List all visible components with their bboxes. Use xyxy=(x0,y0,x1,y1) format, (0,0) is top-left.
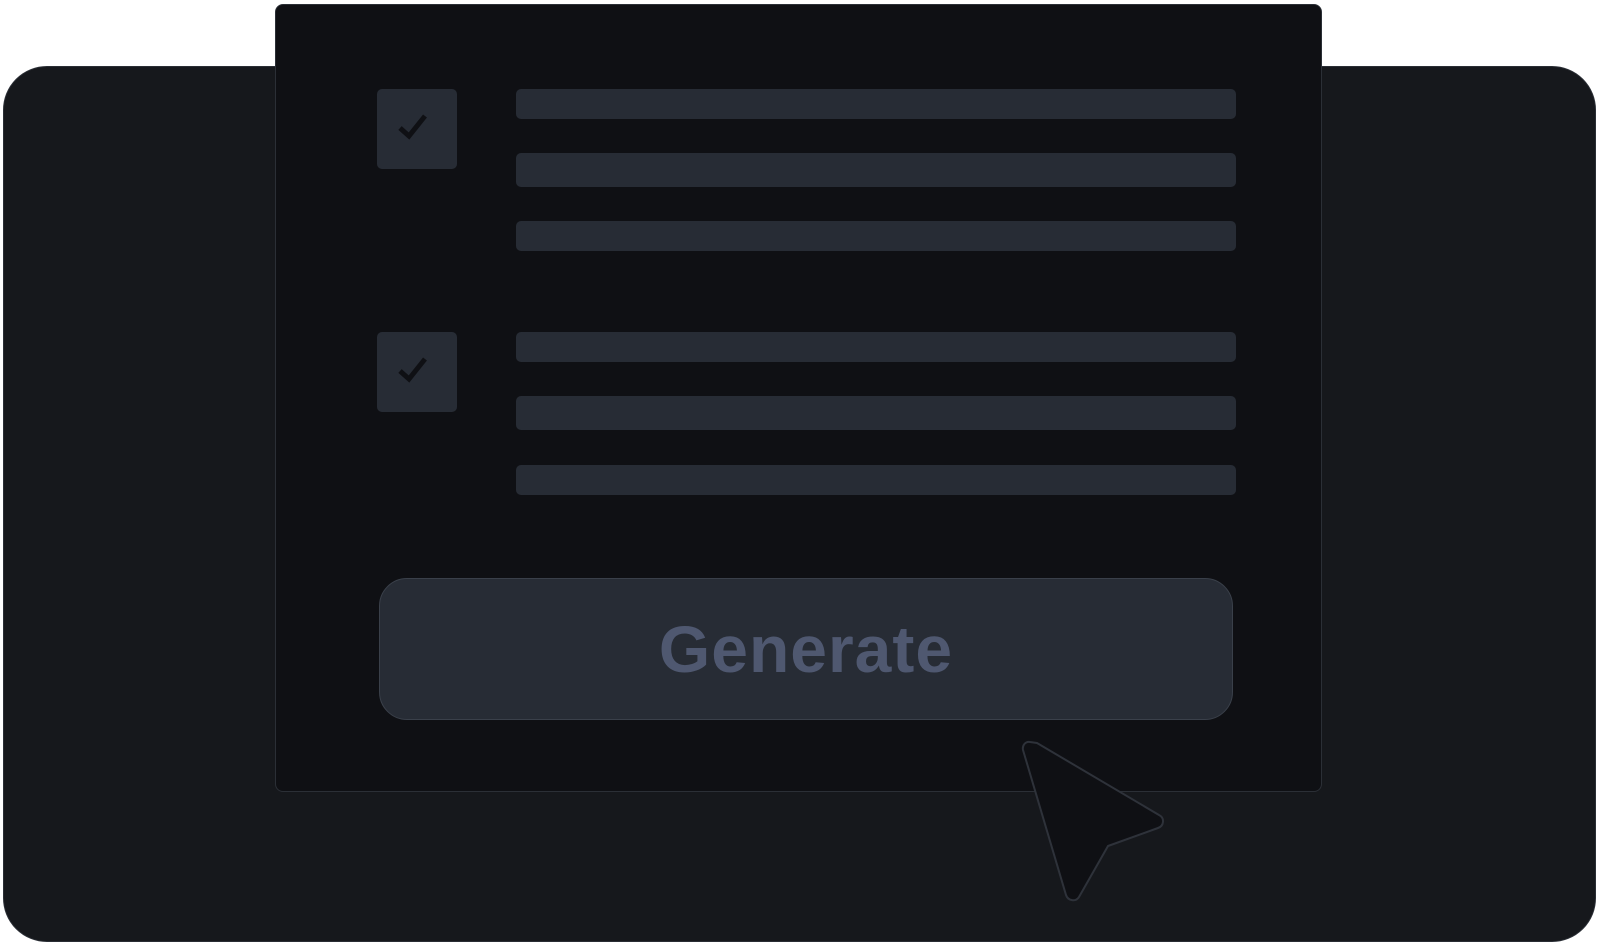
generate-button[interactable]: Generate xyxy=(379,578,1233,720)
checkmark-icon xyxy=(398,114,427,140)
placeholder-line xyxy=(516,153,1236,187)
placeholder-line xyxy=(516,396,1236,430)
checkbox-item-2[interactable] xyxy=(377,332,457,412)
placeholder-line xyxy=(516,221,1236,251)
checklist-panel: Generate xyxy=(275,4,1322,792)
generate-button-label: Generate xyxy=(658,612,954,686)
placeholder-line xyxy=(516,89,1236,119)
checkmark-icon xyxy=(398,357,427,383)
checkbox-item-1[interactable] xyxy=(377,89,457,169)
placeholder-line xyxy=(516,332,1236,362)
cursor-arrow-icon xyxy=(1021,740,1164,902)
placeholder-line xyxy=(516,465,1236,495)
